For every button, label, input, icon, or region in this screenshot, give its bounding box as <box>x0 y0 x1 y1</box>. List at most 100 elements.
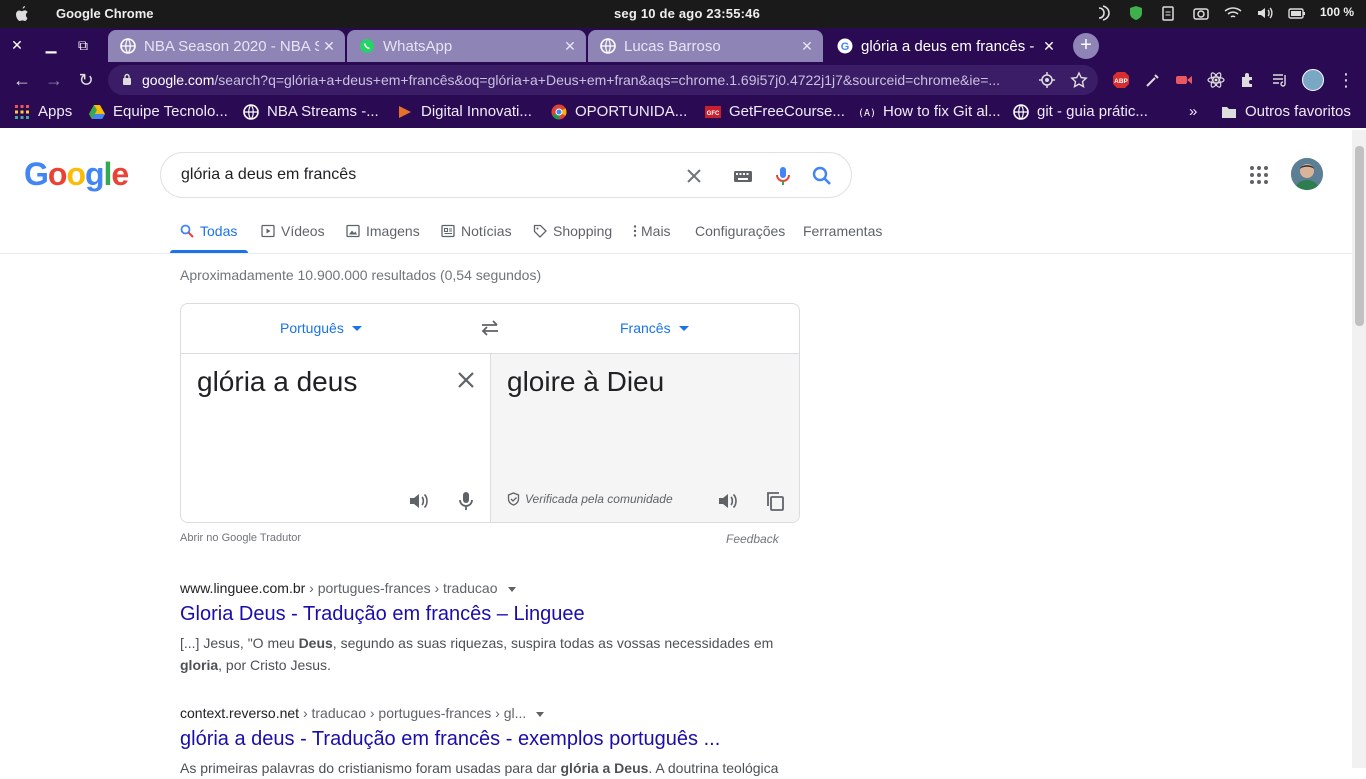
back-arrow-icon[interactable]: ← <box>12 70 32 90</box>
new-tab-button[interactable]: + <box>1073 33 1099 59</box>
source-text[interactable]: glória a deus <box>197 366 357 398</box>
swap-languages-icon[interactable] <box>480 319 500 337</box>
window-restore-icon[interactable]: ⧉ <box>74 36 92 54</box>
forward-arrow-icon[interactable]: → <box>44 70 64 90</box>
tab-ferramentas[interactable]: Ferramentas <box>803 223 882 239</box>
clear-search-icon[interactable] <box>683 165 705 187</box>
result-stats: Aproximadamente 10.900.000 resultados (0… <box>180 267 542 283</box>
speaker-icon[interactable] <box>716 490 738 512</box>
speaker-icon[interactable] <box>407 490 429 512</box>
result-url[interactable]: context.reverso.net › traducao › portugu… <box>180 705 800 721</box>
address-bar[interactable]: google.com/search?q=glória+a+deus+em+fra… <box>108 65 1098 95</box>
eyedropper-icon[interactable] <box>1144 71 1162 89</box>
result-site: context.reverso.net <box>180 705 300 721</box>
address-url[interactable]: google.com/search?q=glória+a+deus+em+fra… <box>142 72 1022 88</box>
battery-percentage[interactable]: 100 % <box>1320 5 1354 21</box>
window-minimize-icon[interactable]: ▁ <box>42 36 60 54</box>
tab-google-search[interactable]: G glória a deus em francês - ✕ <box>825 30 1065 62</box>
target-text-pane: gloire à Dieu Verificada pela comunidade <box>491 354 799 522</box>
reload-icon[interactable]: ↻ <box>76 70 96 90</box>
lock-icon[interactable] <box>122 73 132 85</box>
profile-avatar-icon[interactable] <box>1302 69 1324 91</box>
globe-icon <box>600 38 616 54</box>
bookmark-digital-innovation[interactable]: Digital Innovati... <box>397 103 532 120</box>
tab-close-icon[interactable]: ✕ <box>797 38 817 55</box>
volume-icon[interactable] <box>1256 5 1274 21</box>
target-language-select[interactable]: Francês <box>620 320 689 336</box>
search-icon[interactable] <box>811 165 833 187</box>
clear-source-icon[interactable] <box>455 369 477 391</box>
search-input[interactable]: glória a deus em francês <box>181 166 356 184</box>
tab-shopping[interactable]: Shopping <box>533 223 612 239</box>
wifi-icon[interactable] <box>1224 5 1242 21</box>
screen-recorder-icon[interactable] <box>1175 71 1193 89</box>
result-url[interactable]: www.linguee.com.br › portugues-frances ›… <box>180 580 800 596</box>
battery-icon[interactable] <box>1288 5 1306 21</box>
source-text-pane[interactable]: glória a deus <box>181 354 491 522</box>
tab-mais[interactable]: Mais <box>632 223 671 239</box>
google-apps-grid-icon[interactable] <box>1249 165 1269 185</box>
tab-configuracoes[interactable]: Configurações <box>695 223 785 239</box>
tab-nba-season[interactable]: NBA Season 2020 - NBA S ✕ <box>108 30 345 62</box>
bookmark-apps[interactable]: Apps <box>14 103 72 120</box>
open-google-translate-link[interactable]: Abrir no Google Tradutor <box>180 532 301 544</box>
microphone-icon[interactable] <box>455 490 477 512</box>
account-avatar[interactable] <box>1291 158 1323 190</box>
keyboard-icon[interactable] <box>732 165 754 187</box>
source-language-select[interactable]: Português <box>280 320 362 336</box>
feedback-link[interactable]: Feedback <box>726 532 779 546</box>
tab-close-icon[interactable]: ✕ <box>1039 38 1059 55</box>
tab-noticias[interactable]: Notícias <box>441 223 512 239</box>
shield-icon[interactable] <box>1128 5 1146 21</box>
search-box[interactable]: glória a deus em francês <box>160 152 852 198</box>
active-app-name[interactable]: Google Chrome <box>56 6 154 21</box>
snippet-highlight: glória a Deus <box>560 760 649 776</box>
camera-icon[interactable] <box>1192 5 1210 21</box>
clipboard-icon[interactable] <box>1160 5 1178 21</box>
chrome-menu-icon[interactable]: ⋮ <box>1336 70 1356 90</box>
result-title-link[interactable]: Gloria Deus - Tradução em francês – Ling… <box>180 603 800 626</box>
system-clock[interactable]: seg 10 de ago 23:55:46 <box>614 6 760 21</box>
copy-icon[interactable] <box>764 490 786 512</box>
google-logo[interactable]: Google <box>24 156 129 193</box>
bookmark-git-guia[interactable]: git - guia prátic... <box>1013 103 1148 120</box>
media-queue-icon[interactable] <box>1271 71 1289 89</box>
voice-search-mic-icon[interactable] <box>772 165 794 187</box>
tab-whatsapp[interactable]: WhatsApp ✕ <box>347 30 586 62</box>
bookmark-oportunidades[interactable]: OPORTUNIDA... <box>551 103 687 120</box>
scrollbar-thumb[interactable] <box>1355 146 1364 326</box>
tab-videos[interactable]: Vídeos <box>261 223 325 239</box>
extensions-puzzle-icon[interactable] <box>1239 71 1257 89</box>
bookmark-nba-streams[interactable]: NBA Streams -... <box>243 103 379 120</box>
tab-imagens[interactable]: Imagens <box>346 223 420 239</box>
newspaper-icon <box>441 224 455 238</box>
apple-icon[interactable] <box>14 5 30 23</box>
bookmark-equipe[interactable]: Equipe Tecnolo... <box>89 103 228 120</box>
translated-text[interactable]: gloire à Dieu <box>507 366 664 398</box>
react-devtools-icon[interactable] <box>1207 71 1225 89</box>
tab-close-icon[interactable]: ✕ <box>319 38 339 55</box>
svg-text:GFC: GFC <box>707 111 720 117</box>
bookmarks-overflow-button[interactable]: » <box>1189 103 1197 120</box>
accessibility-icon[interactable] <box>1096 5 1114 21</box>
result-title-link[interactable]: glória a deus - Tradução em francês - ex… <box>180 728 800 751</box>
result-menu-arrow-icon[interactable] <box>536 711 545 717</box>
location-target-icon[interactable] <box>1038 71 1056 89</box>
adblock-icon[interactable]: ABP <box>1112 71 1130 89</box>
bookmark-label: Digital Innovati... <box>421 103 532 120</box>
bookmark-getfreecourses[interactable]: GFC GetFreeCourse... <box>705 103 845 120</box>
tab-label: Configurações <box>695 223 786 239</box>
bookmark-how-to-fix-git[interactable]: (A) How to fix Git al... <box>859 103 1001 120</box>
tab-close-icon[interactable]: ✕ <box>560 38 580 55</box>
window-close-icon[interactable]: ✕ <box>8 36 26 54</box>
bookmark-label: OPORTUNIDA... <box>575 103 688 120</box>
navigation-bar: ← → ↻ google.com/search?q=glória+a+deus+… <box>0 62 1366 98</box>
result-menu-arrow-icon[interactable] <box>507 586 516 592</box>
tab-label: Notícias <box>461 223 512 239</box>
bookmark-other-favorites[interactable]: Outros favoritos <box>1221 103 1351 120</box>
bookmark-star-icon[interactable] <box>1070 71 1088 89</box>
page-scrollbar[interactable] <box>1352 130 1366 768</box>
tab-lucas-barroso[interactable]: Lucas Barroso ✕ <box>588 30 823 62</box>
search-result: www.linguee.com.br › portugues-frances ›… <box>180 580 800 676</box>
tab-todas[interactable]: Todas <box>180 223 237 239</box>
